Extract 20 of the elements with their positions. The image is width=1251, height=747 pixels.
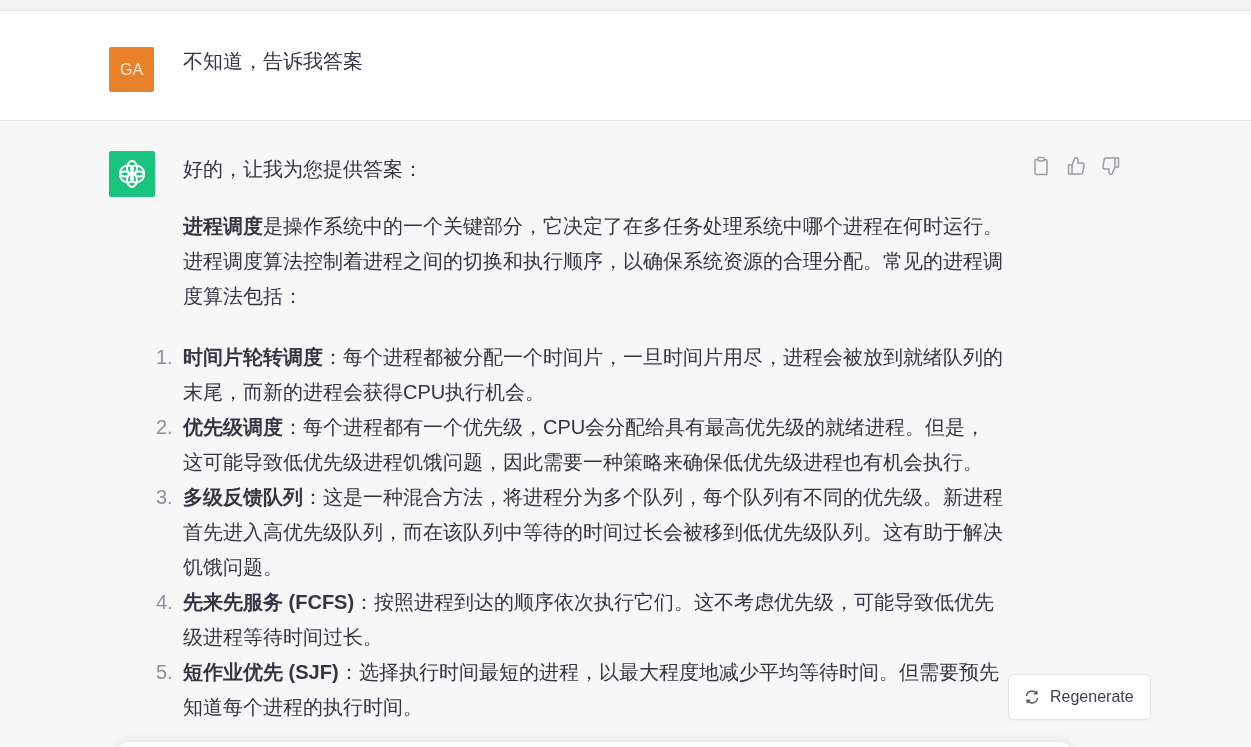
list-item-text: 优先级调度：每个进程都有一个优先级，CPU会分配给具有最高优先级的就绪进程。但是，这可能导致低优先级进程饥饿问题，因此需要一种策略来确保低优先级进程也有机会执行。 [183,415,987,475]
list-number: 3. [156,485,174,510]
list-item-text: 多级反馈队列：这是一种混合方法，将进程分为多个队列，每个队列有不同的优先级。新进程首先进入高优先级队列，而在该队列中等待的时间过长会被移到低优先级队列。这有助于解决饥饿问题。 [183,485,1004,580]
list-number: 4. [156,590,174,615]
logo-icon [109,151,155,197]
list-item-text: 时间片轮转调度：每个进程都被分配一个时间片，一旦时间片用尽，进程会被放到就绪队列的末尾，而新的进程会获得CPU执行机会。 [183,345,1004,405]
thumbs-up-icon[interactable] [1066,156,1086,176]
thumbs-down-icon[interactable] [1101,156,1121,176]
user-message: 不知道，告诉我答案 [183,49,363,74]
refresh-icon [1024,689,1040,705]
reply-paragraph: 进程调度是操作系统中的一个关键部分，它决定了在多任务处理系统中哪个进程在何时运行。进程调度算法控制着进程之间的切换和执行顺序，以确保系统资源的合理分配。常见的进程调度算法包括： [183,214,1004,309]
list-number: 5. [156,660,174,685]
list-number: 2. [156,415,174,440]
list-item-text: 先来先服务 (FCFS)：按照进程到达的顺序依次执行它们。这不考虑优先级，可能导致低优先级进程等待时间过长。 [183,590,996,650]
list-number: 1. [156,345,174,370]
clipboard-icon[interactable] [1031,156,1051,176]
user-avatar: GA [109,47,154,92]
regenerate-button[interactable]: Regenerate [1008,674,1151,720]
reply-greeting: 好的，让我为您提供答案： [183,157,424,182]
list-item-text: 短作业优先 (SJF)：选择执行时间最短的进程，以最大程度地减少平均等待时间。但需要预先知道每个进程的执行时间。 [183,660,1000,720]
